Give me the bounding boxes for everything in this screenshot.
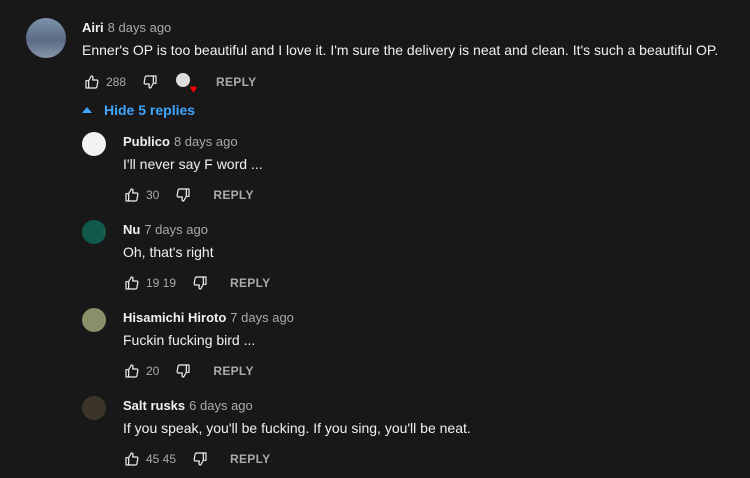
creator-avatar [176,73,191,87]
reply-actions: 45 45 REPLY [124,449,270,469]
reply-author[interactable]: Nu [123,222,140,237]
reply-author[interactable]: Salt rusks [123,398,185,413]
avatar[interactable] [82,132,106,156]
avatar[interactable] [26,18,66,58]
comment-time[interactable]: 8 days ago [108,20,172,35]
reply-button[interactable]: REPLY [213,364,253,378]
reply-button[interactable]: REPLY [213,188,253,202]
hide-replies-label: Hide 5 replies [104,102,196,118]
thumbs-up-icon[interactable] [124,275,140,291]
reply-button[interactable]: REPLY [216,75,256,89]
thumbs-up-icon[interactable] [124,451,140,467]
reply-button[interactable]: REPLY [230,276,270,290]
thumbs-up-icon[interactable] [84,74,100,90]
thumbs-up-icon[interactable] [124,363,140,379]
reply-time[interactable]: 6 days ago [189,398,253,413]
reply-author[interactable]: Publico [123,134,170,149]
thumbs-down-icon[interactable] [175,363,191,379]
reply-time[interactable]: 7 days ago [230,310,294,325]
reply-actions: 19 19 REPLY [124,273,270,293]
reply-button[interactable]: REPLY [230,452,270,466]
caret-up-icon [82,107,92,113]
thumbs-up-icon[interactable] [124,187,140,203]
comment-text: Enner's OP is too beautiful and I love i… [82,42,719,58]
thumbs-down-icon[interactable] [192,275,208,291]
thumbs-down-icon[interactable] [192,451,208,467]
like-count: 19 19 [146,276,177,290]
comment-actions: 288 ♥ REPLY [84,72,256,95]
thumbs-down-icon[interactable] [142,74,158,90]
reply-text: Oh, that's right [123,244,214,260]
like-count: 20 [146,364,160,378]
heart-icon: ♥ [189,82,198,96]
reply-time[interactable]: 8 days ago [174,134,238,149]
avatar[interactable] [82,220,106,244]
hide-replies-button[interactable]: Hide 5 replies [82,102,195,118]
reply-actions: 30 REPLY [124,185,254,205]
avatar[interactable] [82,308,106,332]
creator-heart-badge: ♥ [176,73,197,95]
reply-author[interactable]: Hisamichi Hiroto [123,310,226,325]
like-count: 45 45 [146,452,177,466]
reply-actions: 20 REPLY [124,361,254,381]
like-count: 30 [146,188,160,202]
comment-author[interactable]: Airi [82,20,104,35]
thumbs-down-icon[interactable] [175,187,191,203]
reply-time[interactable]: 7 days ago [144,222,208,237]
reply-text: If you speak, you'll be fucking. If you … [123,420,471,436]
reply-text: Fuckin fucking bird ... [123,332,256,348]
reply-text: I'll never say F word ... [123,156,263,172]
like-count: 288 [106,75,127,89]
avatar[interactable] [82,396,106,420]
